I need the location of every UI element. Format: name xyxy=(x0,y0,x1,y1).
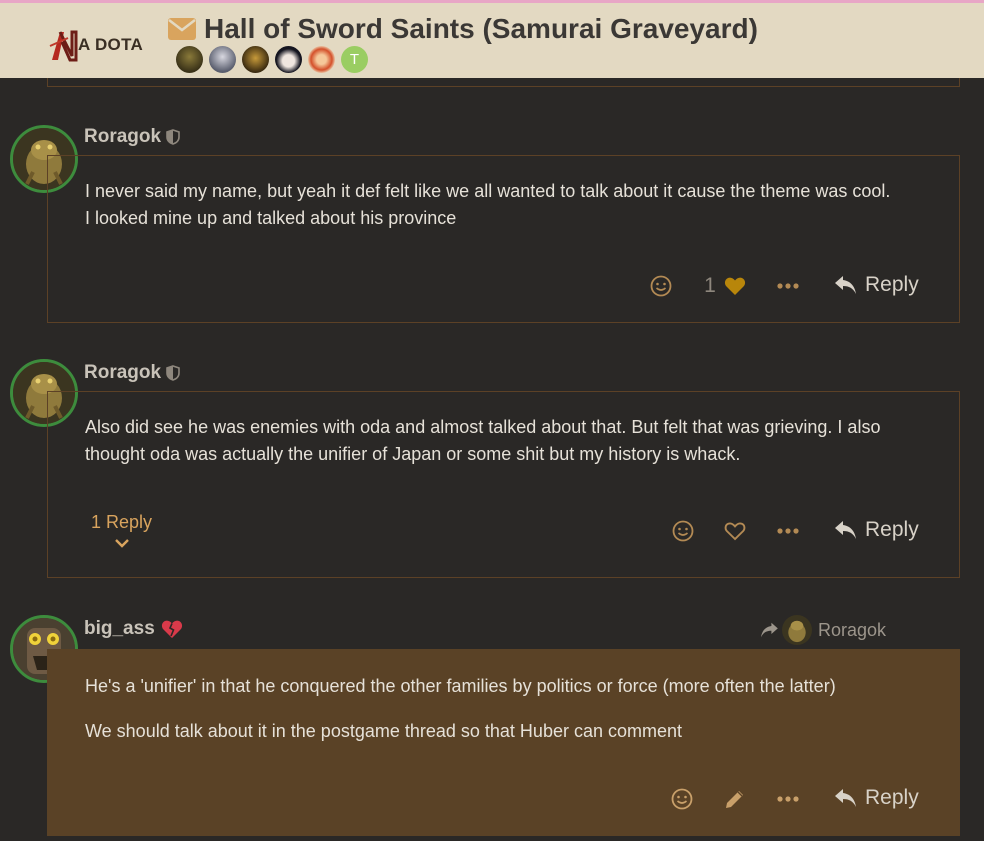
post-username[interactable]: Roragok xyxy=(84,362,180,384)
participant-avatar[interactable] xyxy=(275,46,302,73)
add-reaction-button[interactable] xyxy=(648,272,674,300)
chevron-down-icon xyxy=(114,539,129,548)
participant-avatars: T xyxy=(176,46,374,73)
reply-button[interactable]: Reply xyxy=(835,786,919,810)
post-text-line: I looked mine up and talked about his pr… xyxy=(85,208,457,228)
toad-avatar-icon xyxy=(782,615,812,645)
reply-label: Reply xyxy=(865,786,919,809)
reply-to-avatar xyxy=(782,615,812,645)
post-text-line: thought oda was actually the unifier of … xyxy=(85,444,741,464)
reply-arrow-icon xyxy=(835,276,856,294)
reply-to-indicator[interactable]: Roragok xyxy=(760,615,886,645)
add-reaction-button[interactable] xyxy=(669,785,695,813)
more-options-button[interactable] xyxy=(774,272,802,300)
post-text-line: Also did see he was enemies with oda and… xyxy=(85,417,881,437)
ellipsis-icon xyxy=(777,283,799,289)
post-text: Also did see he was enemies with oda and… xyxy=(85,414,880,468)
ellipsis-icon xyxy=(777,528,799,534)
like-count: 1 xyxy=(704,274,716,297)
participant-avatar[interactable] xyxy=(308,46,335,73)
replies-count-label: 1 Reply xyxy=(91,512,153,532)
username-text: Roragok xyxy=(84,362,162,383)
smiley-icon xyxy=(672,520,694,542)
reply-button[interactable]: Reply xyxy=(835,518,919,542)
show-replies-button[interactable]: 1 Reply xyxy=(91,512,152,548)
post-paragraph: He's a 'unifier' in that he conquered th… xyxy=(85,676,836,696)
more-options-button[interactable] xyxy=(774,785,802,813)
reply-to-username: Roragok xyxy=(818,619,887,640)
reply-arrow-icon xyxy=(835,789,856,807)
pencil-icon xyxy=(726,791,743,808)
shield-icon xyxy=(166,365,180,381)
post-username[interactable]: big_ass xyxy=(84,618,183,640)
heart-outline-icon xyxy=(724,522,746,541)
participant-avatar[interactable] xyxy=(209,46,236,73)
ellipsis-icon xyxy=(777,796,799,802)
topic-header: A DOTA Hall of Sword Saints (Samurai Gra… xyxy=(0,0,984,78)
like-button[interactable]: 1 xyxy=(700,272,750,300)
post-paragraph: We should talk about it in the postgame … xyxy=(85,721,683,741)
site-logo[interactable]: A DOTA xyxy=(48,25,143,65)
topic-title[interactable]: Hall of Sword Saints (Samurai Graveyard) xyxy=(168,13,758,45)
post-text: I never said my name, but yeah it def fe… xyxy=(85,178,890,232)
participant-avatar[interactable] xyxy=(242,46,269,73)
shield-icon xyxy=(166,129,180,145)
like-button[interactable] xyxy=(721,517,749,545)
reply-arrow-icon xyxy=(835,521,856,539)
envelope-icon xyxy=(168,18,196,40)
post-text: He's a 'unifier' in that he conquered th… xyxy=(85,673,836,745)
participant-avatar[interactable] xyxy=(176,46,203,73)
smiley-icon xyxy=(671,788,693,810)
username-text: big_ass xyxy=(84,618,155,639)
reply-label: Reply xyxy=(865,518,919,541)
post-username[interactable]: Roragok xyxy=(84,126,180,148)
topic-title-text: Hall of Sword Saints (Samurai Graveyard) xyxy=(204,13,758,44)
username-text: Roragok xyxy=(84,126,162,147)
edit-button[interactable] xyxy=(721,785,749,813)
post-text-line: I never said my name, but yeah it def fe… xyxy=(85,181,891,201)
heart-filled-icon xyxy=(724,277,745,295)
more-options-button[interactable] xyxy=(774,517,802,545)
reply-button[interactable]: Reply xyxy=(835,273,919,297)
previous-post-bottom xyxy=(47,78,960,87)
broken-heart-icon xyxy=(161,620,182,638)
reply-to-arrow-icon xyxy=(761,622,778,638)
add-reaction-button[interactable] xyxy=(670,517,696,545)
smiley-icon xyxy=(650,275,672,297)
logo-text: A DOTA xyxy=(78,35,144,54)
reply-label: Reply xyxy=(865,273,919,296)
logo-icon xyxy=(49,30,78,62)
participant-avatar-initial[interactable]: T xyxy=(341,46,368,73)
